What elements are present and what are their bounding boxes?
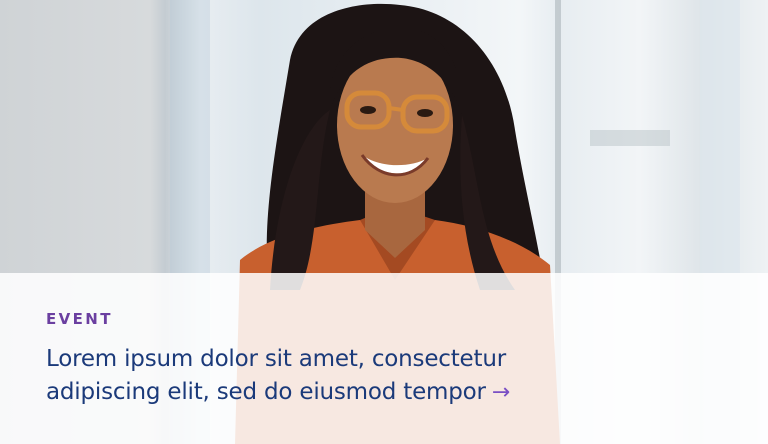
headline-link-text[interactable]: Lorem ipsum dolor sit amet, consectetur … (46, 346, 510, 405)
arrow-right-icon: → (491, 380, 511, 405)
headline-line-1: Lorem ipsum dolor sit amet, consectetur (46, 346, 506, 372)
headline-link[interactable]: Lorem ipsum dolor sit amet, consectetur … (46, 343, 606, 409)
headline-line-2: adipiscing elit, sed do eiusmod tempor (46, 379, 486, 405)
category-label: EVENT (46, 310, 113, 328)
event-card[interactable]: EVENT Lorem ipsum dolor sit amet, consec… (0, 0, 768, 444)
